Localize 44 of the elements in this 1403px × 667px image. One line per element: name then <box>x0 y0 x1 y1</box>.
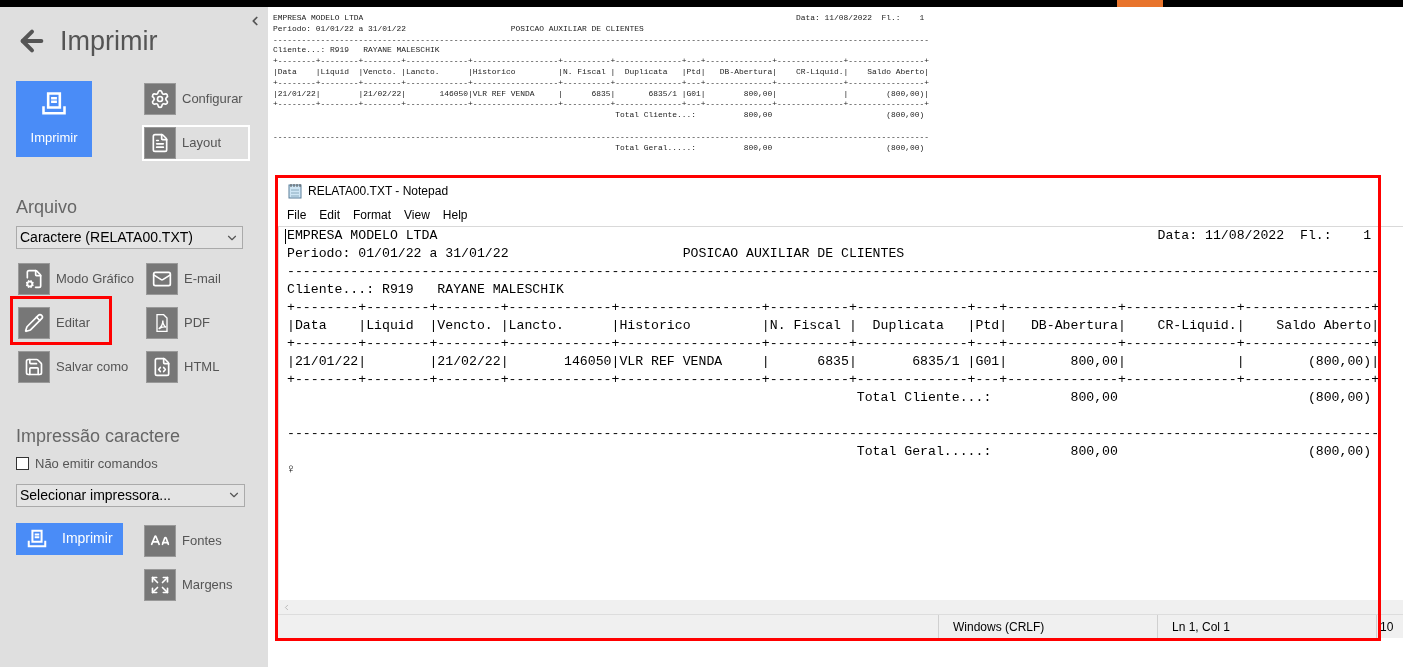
horizontal-scrollbar[interactable] <box>278 600 1403 614</box>
email-button[interactable]: E-mail <box>144 261 252 297</box>
section-heading: Impressão caractere <box>16 425 182 448</box>
chevron-left-icon <box>282 602 291 612</box>
save-button[interactable]: Salvar como <box>16 349 140 385</box>
html-button[interactable]: HTML <box>144 349 252 385</box>
margins-button[interactable]: Margens <box>142 566 250 603</box>
notepad-icon <box>288 183 302 199</box>
print-button[interactable]: Imprimir <box>16 522 123 555</box>
document-cog-icon <box>18 263 50 295</box>
status-text: Ln 1, Col 1 <box>1157 615 1376 638</box>
section-heading: Arquivo <box>16 196 79 219</box>
code-file-icon <box>146 351 178 383</box>
pdf-button[interactable]: PDF <box>144 305 252 341</box>
window-title: RELATA00.TXT - Notepad <box>308 183 449 200</box>
graphic-mode-button[interactable]: Modo Gráfico <box>16 261 140 297</box>
document-icon <box>144 127 176 159</box>
menu-item[interactable]: Edit <box>319 206 341 224</box>
expand-arrows-icon <box>144 568 176 601</box>
document-text: EMPRESA MODELO LTDA Data: 11/08/2022 Fl.: 1 Periodo: 01/01/22 a 31/01/22 POSICAO AUXILIAR DE CLIENTES ------------------------------------------------------------------------------------------------------------------------------------------ Cliente...: R919 RAYANE MALESCHIK +--------+--------+--------+-------------+------------------+----------+--------------+---+--------------+--------------+----------------+ |Data |Liquid |Vencto. |Lancto. |Historico |N. Fiscal | Duplicata |Ptd| DB-Abertura| CR-Liquid.| Saldo Aberto| +--------+--------+--------+-------------+------------------+----------+--------------+---+--------------+--------------+----------------+ |21/01/22| |21/02/22| 146050|VLR REF VENDA | 6835| 6835/1 |G01| 800,00| | (800,00)| +--------+--------+--------+-------------+------------------+----------+--------------+---+--------------+--------------+----------------+ Total Cliente...: 800,00 (800,00) ------------------------------------------------------------------------------------------------------------------------------------------ Total Geral.....: 800,00 (800,00) ♀ <box>287 227 1381 479</box>
page-title: Imprimir <box>60 27 158 55</box>
status-text: Windows (CRLF) <box>938 615 1157 638</box>
edit-button[interactable]: Editar <box>16 305 140 341</box>
format-select[interactable]: Caractere (RELATA00.TXT) <box>16 226 243 249</box>
print-button[interactable]: Imprimir <box>16 81 92 157</box>
pdf-icon <box>146 307 178 339</box>
settings-button[interactable]: Configurar <box>142 81 250 117</box>
tab-indicator <box>1117 0 1163 7</box>
checkbox-label: Não emitir comandos <box>35 455 158 473</box>
menu-item[interactable]: File <box>287 206 307 224</box>
printer-icon <box>26 527 48 550</box>
printer-select[interactable]: Selecionar impressora... <box>16 483 245 507</box>
status-text: 10 <box>1376 615 1403 638</box>
fonts-button[interactable]: Fontes <box>142 522 250 559</box>
checkbox[interactable] <box>16 457 29 471</box>
gear-icon <box>144 83 176 115</box>
menu-item[interactable]: View <box>404 206 430 224</box>
text-caret <box>285 229 286 244</box>
menu-item[interactable]: Format <box>353 206 392 224</box>
pencil-icon <box>18 307 50 339</box>
layout-button[interactable]: Layout <box>142 125 250 161</box>
menu-item[interactable]: Help <box>442 206 468 224</box>
font-size-icon <box>144 524 176 557</box>
envelope-icon <box>146 263 178 295</box>
